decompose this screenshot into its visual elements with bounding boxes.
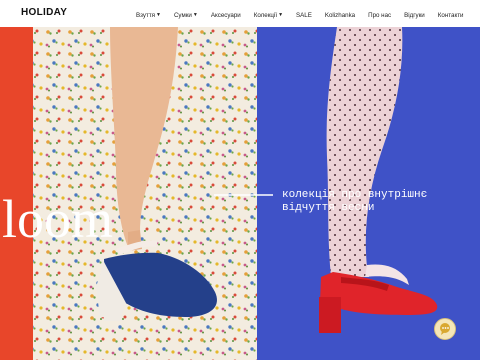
nav-item-label: Kolizhanka bbox=[324, 11, 356, 19]
nav-item-label: Про нас bbox=[368, 11, 392, 19]
nav-item-bags[interactable]: Сумки ▼ bbox=[174, 12, 198, 19]
hero-overlay: loom колекція про внутрішнє відчуття вес… bbox=[2, 189, 427, 249]
nav-item-collections[interactable]: Колекції ▼ bbox=[254, 12, 283, 19]
brand-logo[interactable]: HOLIDAY bbox=[21, 7, 67, 18]
nav-item-reviews[interactable]: Відгуки bbox=[404, 12, 425, 19]
nav-item-shoes[interactable]: Взуття ▼ bbox=[136, 12, 161, 19]
nav-item-label: Колекції bbox=[253, 11, 278, 19]
nav-item-kolizhanka[interactable]: Kolizhanka bbox=[325, 12, 355, 19]
nav-item-label: Сумки bbox=[173, 11, 192, 19]
chat-bubble-icon bbox=[440, 323, 450, 335]
main-nav: Взуття ▼ Сумки ▼ Аксесуари Колекції ▼ SA… bbox=[136, 10, 477, 20]
nav-item-accessories[interactable]: Аксесуари bbox=[211, 12, 241, 19]
nav-item-about[interactable]: Про нас bbox=[368, 12, 391, 19]
chat-widget-button[interactable] bbox=[434, 318, 456, 340]
hero-tagline-line-2: відчуття весни bbox=[282, 202, 374, 214]
nav-item-contacts[interactable]: Контакти bbox=[438, 12, 464, 19]
hero-banner[interactable]: loom колекція про внутрішнє відчуття вес… bbox=[0, 27, 480, 360]
nav-item-sale[interactable]: SALE bbox=[296, 12, 312, 19]
chevron-down-icon: ▼ bbox=[192, 12, 198, 18]
hero-tagline-line-1: колекція про внутрішнє bbox=[282, 189, 427, 201]
site-header: HOLIDAY Взуття ▼ Сумки ▼ Аксесуари Колек… bbox=[0, 0, 480, 27]
nav-item-label: SALE bbox=[296, 11, 312, 19]
nav-item-label: Відгуки bbox=[404, 11, 425, 19]
hero-big-word: loom bbox=[2, 189, 113, 249]
nav-item-label: Контакти bbox=[437, 11, 464, 19]
chevron-down-icon: ▼ bbox=[278, 12, 284, 18]
nav-item-label: Аксесуари bbox=[210, 11, 241, 19]
chevron-down-icon: ▼ bbox=[156, 12, 161, 18]
nav-item-label: Взуття bbox=[136, 11, 156, 19]
